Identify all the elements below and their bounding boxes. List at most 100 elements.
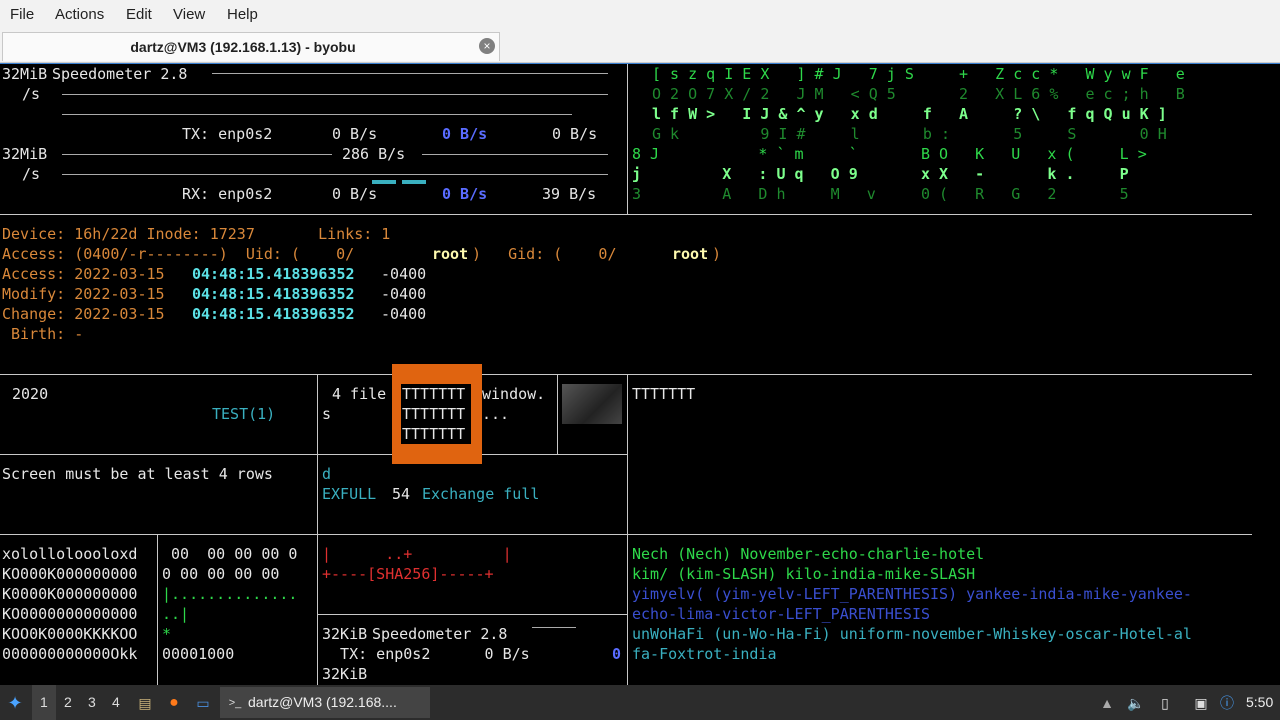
stat-uid-root: root: [432, 245, 469, 263]
rx-value-3: 39 B/s: [542, 185, 597, 203]
tx-value-2: 0 B/s: [442, 125, 488, 143]
hex-line: |..............: [162, 585, 298, 603]
pane-divider: [627, 374, 628, 686]
ascii-art-line: 000000000000Okk: [2, 645, 138, 663]
nato-line: fa-Foxtrot-india: [632, 645, 777, 663]
update-icon[interactable]: ⓘ: [1218, 694, 1236, 712]
speed-scale-line: [62, 94, 608, 95]
man-test-title: TEST(1): [212, 405, 276, 423]
right-t-line: TTTTTTT: [632, 385, 696, 403]
hex-line: 0 00 00 00 00: [162, 565, 280, 583]
speed-scale-line: [62, 154, 332, 155]
ascii-art-line: KO000K000000000: [2, 565, 138, 583]
file-manager-icon[interactable]: ▤: [136, 694, 154, 712]
speed-per-s: /s: [22, 85, 41, 103]
volume-icon[interactable]: 🔈: [1127, 694, 1145, 712]
matrix-line: 3 A D h M v 0 ( R G 2 5: [632, 185, 1129, 203]
matrix-line: O 2 O 7 X / 2 J M < Q 5 2 X L 6 % e c ; …: [652, 85, 1185, 103]
speed2-tx: TX: enp0s2 0 B/s: [322, 645, 530, 663]
speed-scale-line: [62, 174, 608, 175]
tab-title: dartz@VM3 (192.168.1.13) - byobu: [130, 39, 356, 55]
files-count-s: s: [322, 405, 332, 423]
task-terminal-label: dartz@VM3 (192.168....: [248, 694, 397, 710]
stat-access-label: Access: 2022-03-15: [2, 265, 174, 283]
menu-help[interactable]: Help: [227, 6, 258, 23]
stat-access-tz: -0400: [372, 265, 427, 283]
nato-line: Nech (Nech) November-echo-charlie-hotel: [632, 545, 985, 563]
image-thumbnail: [562, 384, 622, 424]
stat-gid: ) Gid: ( 0/: [472, 245, 617, 263]
tx-label: TX: enp0s2: [182, 125, 273, 143]
nato-line: unWoHaFi (un-Wo-Ha-Fi) uniform-november-…: [632, 625, 1192, 643]
speed-title: Speedometer 2.8: [52, 65, 188, 83]
stat-modify-tz: -0400: [372, 285, 427, 303]
workspace-4[interactable]: 4: [112, 694, 120, 710]
hex-line: ..|: [162, 605, 190, 623]
terminal-icon: >_: [228, 697, 242, 709]
speed2-scale-line: [532, 627, 576, 628]
pane-divider: [0, 374, 1252, 375]
ascii-art-line: KO0000000000000: [2, 605, 138, 623]
pane-divider: [0, 454, 627, 455]
rx-value-1: 0 B/s: [332, 185, 378, 203]
clock: 5:50: [1246, 694, 1274, 710]
window-text: window.: [482, 385, 546, 403]
stat-gid-root: root: [672, 245, 709, 263]
menu-edit[interactable]: Edit: [126, 6, 152, 23]
screen-message: Screen must be at least 4 rows: [2, 465, 273, 483]
speed2-unit-2: 32KiB: [322, 665, 368, 683]
network-icon[interactable]: ▣: [1192, 694, 1210, 712]
ellipsis-text: ...: [482, 405, 510, 423]
menu-view[interactable]: View: [173, 6, 205, 23]
pane-divider: [0, 534, 1252, 535]
nato-line: yimyelv( (yim-yelv-LEFT_PARENTHESIS) yan…: [632, 585, 1192, 603]
stat-modify-label: Modify: 2022-03-15: [2, 285, 174, 303]
t-line-1: TTTTTTT: [402, 385, 466, 403]
menu-file[interactable]: File: [10, 6, 34, 23]
close-icon[interactable]: ×: [479, 38, 495, 54]
matrix-line: 8 J * ` m ` B O K U x ( L >: [632, 145, 1147, 163]
tray-expand-icon[interactable]: ▲: [1098, 694, 1116, 712]
menubar: File Actions Edit View Help: [0, 0, 1280, 30]
exfull-code: EXFULL: [322, 485, 377, 503]
clipboard-icon[interactable]: ▯: [1156, 694, 1174, 712]
workspace-3[interactable]: 3: [88, 694, 96, 710]
rx-label: RX: enp0s2: [182, 185, 273, 203]
t-line-3: TTTTTTT: [402, 425, 466, 443]
tx-value-1: 0 B/s: [332, 125, 378, 143]
tx-value-3: 0 B/s: [552, 125, 598, 143]
start-menu-icon[interactable]: ✦: [6, 694, 24, 712]
pane-divider: [317, 374, 318, 686]
sha-art-line: | ..+ |: [322, 545, 512, 563]
terminal-tab[interactable]: dartz@VM3 (192.168.1.13) - byobu ×: [2, 32, 500, 61]
ascii-art-line: xololloloooloxd: [2, 545, 138, 563]
taskbar: ✦ 1 2 3 4 ▤ ● ▭ >_ dartz@VM3 (192.168...…: [0, 685, 1280, 720]
speed-scale-line: [422, 154, 608, 155]
speed-per-s-2: /s: [22, 165, 41, 183]
files-count: 4 file: [332, 385, 387, 403]
stat-modify-time: 04:48:15.418396352: [192, 285, 355, 303]
ascii-art-line: KOO0K0000KKKKOO: [2, 625, 138, 643]
ascii-art-line: K0000K000000000: [2, 585, 138, 603]
pane-divider: [157, 534, 158, 686]
stat-access-perm: Access: (0400/-r--------) Uid: ( 0/: [2, 245, 355, 263]
rx-value-2: 0 B/s: [442, 185, 488, 203]
workspace-1[interactable]: 1: [40, 694, 48, 710]
speed2-unit: 32KiB: [322, 625, 368, 643]
speed-unit-top: 32MiB: [2, 65, 48, 83]
d-text: d: [322, 465, 332, 483]
terminal-area[interactable]: 32MiB Speedometer 2.8 /s TX: enp0s2 0 B/…: [0, 63, 1280, 686]
pane-divider: [317, 614, 627, 615]
stat-paren: ): [712, 245, 722, 263]
nato-line: kim/ (kim-SLASH) kilo-india-mike-SLASH: [632, 565, 976, 583]
t-line-2: TTTTTTT: [402, 405, 466, 423]
menu-actions[interactable]: Actions: [55, 6, 104, 23]
speed2-title: Speedometer 2.8: [372, 625, 508, 643]
desktop-icon[interactable]: ▭: [194, 694, 212, 712]
matrix-line: G k 9 I # l b : 5 S 0 H: [652, 125, 1167, 143]
workspace-2[interactable]: 2: [64, 694, 72, 710]
stat-access-time: 04:48:15.418396352: [192, 265, 355, 283]
firefox-icon[interactable]: ●: [165, 694, 183, 712]
hex-line: 00001000: [162, 645, 235, 663]
speed-unit-mid: 32MiB: [2, 145, 48, 163]
